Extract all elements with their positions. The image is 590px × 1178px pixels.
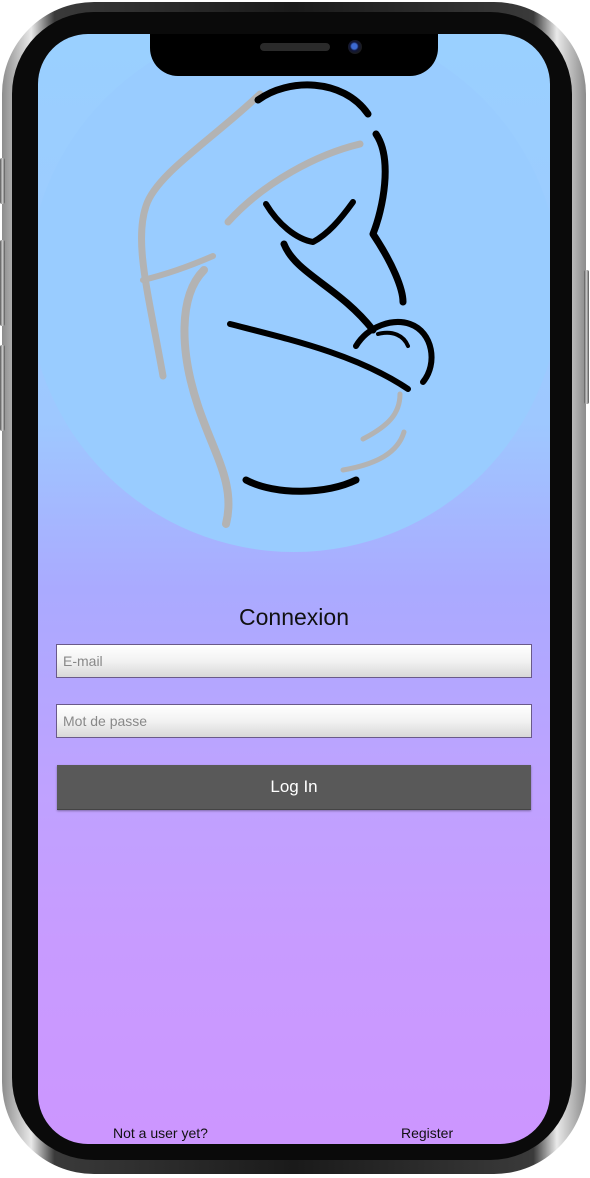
logo-banner xyxy=(38,34,550,552)
app-screen: Connexion Log In Not a user yet? Registe… xyxy=(38,34,550,1144)
phone-side-button xyxy=(0,158,5,204)
login-button[interactable]: Log In xyxy=(57,765,531,810)
register-link[interactable]: Register xyxy=(401,1125,453,1141)
page-title: Connexion xyxy=(239,604,349,630)
signup-prompt: Not a user yet? xyxy=(113,1125,208,1141)
logo-circle xyxy=(38,34,550,552)
phone-notch xyxy=(150,34,438,76)
front-camera-icon xyxy=(348,40,362,54)
email-field[interactable] xyxy=(56,644,532,678)
password-field[interactable] xyxy=(56,704,532,738)
phone-volume-down-button xyxy=(0,345,5,431)
phone-volume-up-button xyxy=(0,240,5,326)
phone-power-button xyxy=(584,270,589,404)
speaker-grille xyxy=(260,43,330,51)
